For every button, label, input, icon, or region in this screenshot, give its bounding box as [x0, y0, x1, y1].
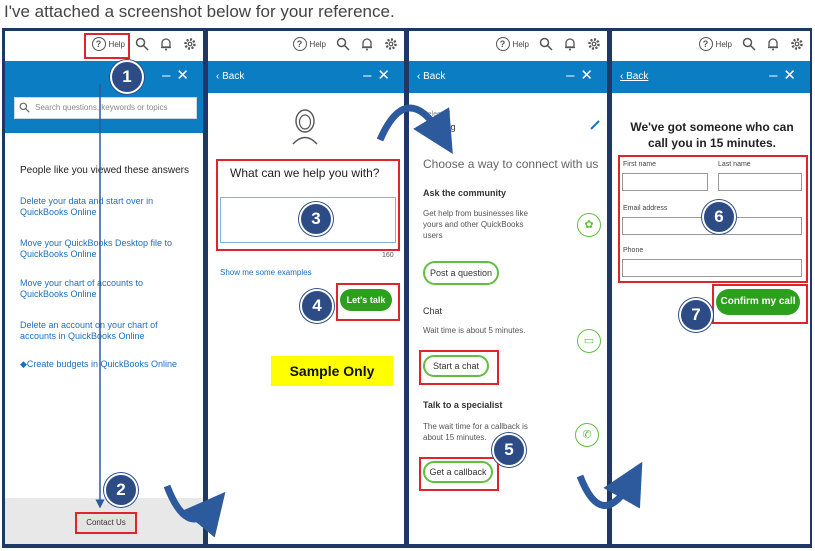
selected-topic-value: Banking [423, 122, 456, 132]
chat-icon: ▭ [577, 329, 601, 353]
specialist-desc: The wait time for a callback is about 15… [423, 422, 528, 442]
chat-desc: Wait time is about 5 minutes. [423, 326, 526, 335]
sample-only-label: Sample Only [271, 356, 393, 386]
search-icon[interactable] [336, 37, 350, 51]
back-link[interactable]: ‹ Back [620, 71, 648, 82]
top-bar: ? Help [612, 31, 810, 61]
bell-icon[interactable] [360, 37, 374, 51]
close-icon[interactable]: ✕ [783, 67, 802, 84]
step-badge-5: 5 [492, 433, 526, 467]
search-icon[interactable] [742, 37, 756, 51]
selected-topic-label: Selected [423, 111, 451, 118]
user-avatar-icon [292, 109, 318, 145]
answer-link[interactable]: ◆Create budgets in QuickBooks Online [20, 359, 192, 370]
get-callback-button[interactable]: Get a callback [423, 461, 493, 483]
answer-link[interactable]: Move your chart of accounts to QuickBook… [20, 278, 192, 300]
answer-link[interactable]: Move your QuickBooks Desktop file to Qui… [20, 238, 192, 260]
top-bar: ? Help [409, 31, 607, 61]
close-icon[interactable]: ✕ [377, 67, 396, 84]
panel-callback-form: ? Help ‹ Back –✕ We've got someone who c… [612, 31, 810, 544]
help-button[interactable]: ? Help [292, 37, 326, 51]
first-name-field[interactable] [622, 173, 708, 191]
specialist-title: Talk to a specialist [423, 400, 503, 410]
chat-title: Chat [423, 306, 443, 316]
gear-icon[interactable] [587, 37, 601, 51]
help-icon: ? [292, 37, 307, 51]
minimize-icon[interactable]: – [566, 67, 580, 84]
help-label: Help [309, 39, 326, 49]
answer-link[interactable]: Delete an account on your chart of accou… [20, 320, 192, 342]
answer-link[interactable]: Delete your data and start over in Quick… [20, 196, 192, 218]
panel-header: ‹ Back –✕ [208, 61, 404, 93]
back-link[interactable]: ‹ Back [216, 71, 244, 82]
minimize-icon[interactable]: – [769, 67, 783, 84]
search-area: Search questions, keywords or topics [5, 93, 203, 133]
post-question-button[interactable]: Post a question [423, 261, 499, 285]
community-title: Ask the community [423, 188, 507, 198]
help-label: Help [715, 39, 732, 49]
help-highlight [84, 33, 130, 59]
panel-header: ‹ Back –✕ [409, 61, 607, 93]
phone-field[interactable] [622, 259, 802, 277]
panel-header: –✕ [5, 61, 203, 93]
callback-title: We've got someone who can call you in 15… [630, 120, 794, 150]
email-label: Email address [623, 205, 668, 212]
search-icon[interactable] [135, 37, 149, 51]
bell-icon[interactable] [766, 37, 780, 51]
panel-connect-options: ? Help ‹ Back –✕ Selected Banking Choose… [409, 31, 607, 544]
top-bar: ? Help [208, 31, 404, 61]
gear-icon[interactable] [384, 37, 398, 51]
panel-help-search: ? Help –✕ Search questions, keywords or … [5, 31, 203, 544]
back-link[interactable]: ‹ Back [417, 71, 445, 82]
phone-icon: ✆ [575, 423, 599, 447]
step-badge-1: 1 [110, 60, 144, 94]
step-badge-4: 4 [300, 289, 334, 323]
caption: I've attached a screenshot below for you… [4, 2, 395, 21]
panel-describe-issue: ? Help ‹ Back –✕ What can we help you wi… [208, 31, 404, 544]
step-badge-7: 7 [679, 298, 713, 332]
help-button[interactable]: ? Help [495, 37, 529, 51]
gear-icon[interactable] [183, 37, 197, 51]
char-count: 160 [382, 252, 394, 259]
gear-icon[interactable] [790, 37, 804, 51]
phone-label: Phone [623, 247, 644, 254]
help-label: Help [512, 39, 529, 49]
search-input[interactable]: Search questions, keywords or topics [14, 97, 197, 119]
screenshot-frame: ? Help –✕ Search questions, keywords or … [2, 28, 812, 548]
search-placeholder: Search questions, keywords or topics [35, 103, 168, 112]
community-icon: ✿ [577, 213, 601, 237]
community-desc: Get help from businesses like yours and … [423, 209, 528, 240]
connect-title: Choose a way to connect with us [423, 157, 599, 171]
edit-pencil-icon[interactable] [589, 119, 601, 131]
help-icon: ? [495, 37, 510, 51]
start-chat-button[interactable]: Start a chat [423, 355, 489, 377]
minimize-icon[interactable]: – [162, 67, 176, 84]
question-heading: What can we help you with? [230, 166, 380, 180]
examples-link[interactable]: Show me some examples [220, 267, 312, 278]
step-badge-6: 6 [702, 200, 736, 234]
minimize-icon[interactable]: – [363, 67, 377, 84]
search-icon [19, 102, 30, 113]
panel-header: ‹ Back –✕ [612, 61, 810, 93]
help-button[interactable]: ? Help [698, 37, 732, 51]
contact-us-button[interactable]: Contact Us [75, 512, 137, 534]
last-name-label: Last name [718, 161, 751, 168]
last-name-field[interactable] [718, 173, 802, 191]
step-badge-3: 3 [299, 202, 333, 236]
close-icon[interactable]: ✕ [176, 67, 195, 84]
search-icon[interactable] [539, 37, 553, 51]
lets-talk-button[interactable]: Let's talk [340, 289, 392, 311]
close-icon[interactable]: ✕ [580, 67, 599, 84]
confirm-call-button[interactable]: Confirm my call [716, 289, 800, 315]
answers-heading: People like you viewed these answers [20, 165, 189, 176]
help-icon: ? [698, 37, 713, 51]
bell-icon[interactable] [563, 37, 577, 51]
step-badge-2: 2 [104, 473, 138, 507]
first-name-label: First name [623, 161, 657, 168]
bell-icon[interactable] [159, 37, 173, 51]
footer-bar: Contact Us [5, 498, 203, 544]
